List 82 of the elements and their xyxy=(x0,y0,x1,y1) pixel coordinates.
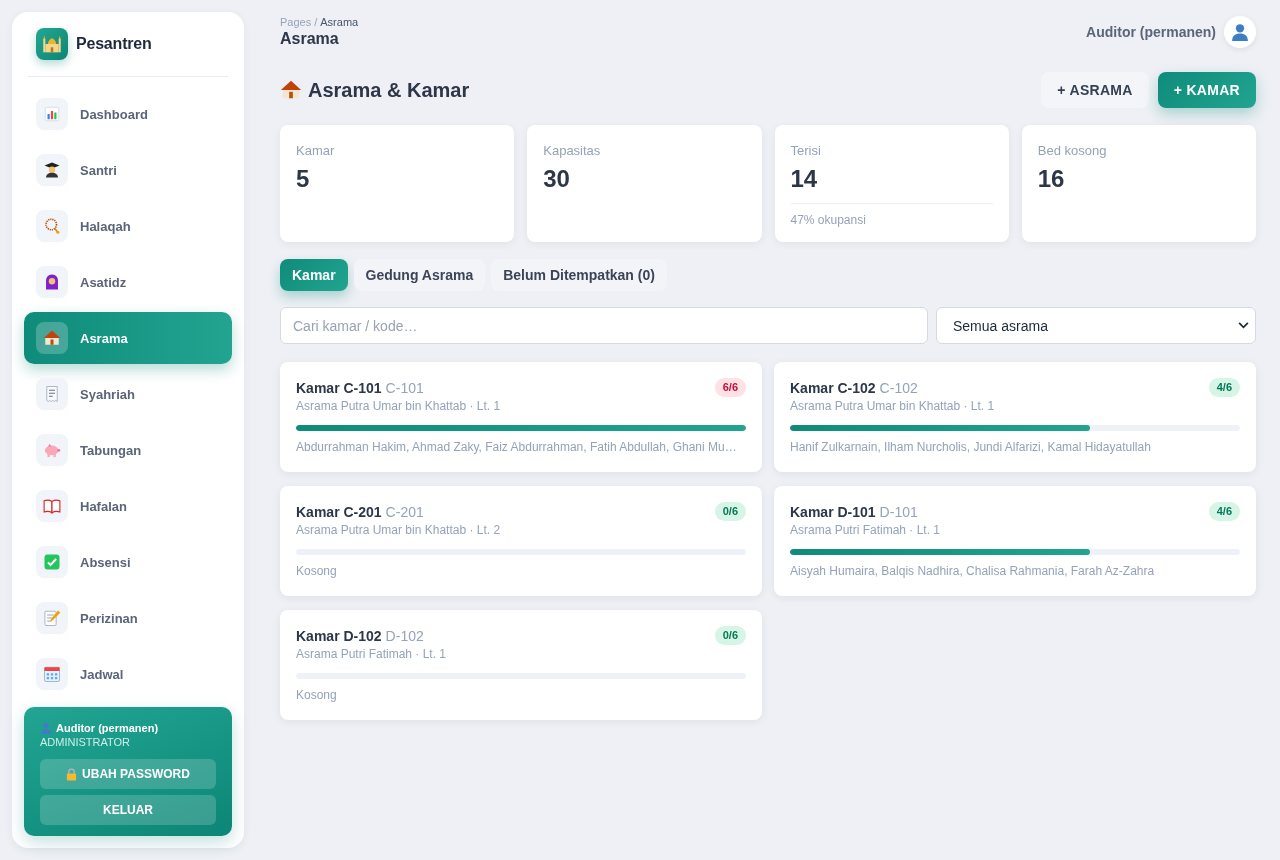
room-card[interactable]: Kamar D-101 D-101 4/6 Asrama Putri Fatimah · Lt. 1 Aisyah Humaira, Balqis Nadhira, Chalisa Rahmania, Farah Az-Zahra xyxy=(774,486,1256,596)
user-name: Auditor (permanen) xyxy=(1086,24,1216,40)
check-box-icon xyxy=(36,546,68,578)
stat-label: Kamar xyxy=(296,143,336,159)
occupancy-badge: 0/6 xyxy=(714,502,746,521)
room-card[interactable]: Kamar D-102 D-102 0/6 Asrama Putri Fatimah · Lt. 1 Kosong xyxy=(280,610,762,720)
tab[interactable]: Gedung Asrama xyxy=(353,259,486,291)
hijab-person-icon xyxy=(36,266,68,298)
stat-value: 30 xyxy=(543,165,571,193)
room-code: C-102 xyxy=(879,379,918,398)
breadcrumb-current: Asrama xyxy=(320,15,359,29)
nav-item[interactable]: Dashboard xyxy=(24,88,232,140)
nav-item[interactable]: Halaqah xyxy=(24,200,232,252)
occupant-list: Hanif Zulkarnain, Ilham Nurcholis, Jundi Alfarizi, Kamal Hidayatullah xyxy=(790,439,1240,455)
tab[interactable]: Kamar xyxy=(280,259,348,291)
occupancy-badge: 6/6 xyxy=(714,378,746,397)
room-name: Kamar C-102 xyxy=(790,379,876,398)
nav-item[interactable]: Asatidz xyxy=(24,256,232,308)
receipt-icon xyxy=(36,378,68,410)
room-location: Asrama Putri Fatimah · Lt. 1 xyxy=(790,522,942,538)
nav-item[interactable]: Hafalan xyxy=(24,480,232,532)
add-dorm-button[interactable]: + ASRAMA xyxy=(1041,72,1149,108)
room-location: Asrama Putri Fatimah · Lt. 1 xyxy=(296,646,448,662)
room-name: Kamar D-102 xyxy=(296,627,382,646)
graduate-icon xyxy=(36,154,68,186)
house-icon xyxy=(280,79,302,101)
occupant-list: Abdurrahman Hakim, Ahmad Zaky, Faiz Abdurrahman, Fatih Abdullah, Ghani Mu… xyxy=(296,439,746,455)
room-code: C-101 xyxy=(385,379,424,398)
occupant-list: Kosong xyxy=(296,563,746,579)
mosque-logo-icon xyxy=(36,28,68,60)
occupancy-badge: 4/6 xyxy=(1208,378,1240,397)
stat-value: 16 xyxy=(1037,165,1066,193)
memo-pencil-icon xyxy=(36,602,68,634)
room-name: Kamar C-101 xyxy=(296,379,382,398)
occupant-list: Kosong xyxy=(296,687,746,703)
house-icon xyxy=(36,322,68,354)
room-name: Kamar C-201 xyxy=(296,503,382,522)
stat-value: 14 xyxy=(790,165,819,193)
nav-item[interactable]: Absensi xyxy=(24,536,232,588)
open-book-icon xyxy=(36,490,68,522)
tab[interactable]: Belum Ditempatkan (0) xyxy=(491,259,667,291)
room-location: Asrama Putra Umar bin Khattab · Lt. 1 xyxy=(296,398,502,414)
stat-value: 5 xyxy=(296,165,311,193)
nav-item[interactable]: Asrama xyxy=(24,312,232,364)
room-name: Kamar D-101 xyxy=(790,503,876,522)
occupancy-badge: 4/6 xyxy=(1208,502,1240,521)
dormitory-dropdown[interactable]: Semua asrama xyxy=(936,307,1256,344)
lock-icon xyxy=(66,767,78,781)
stat-label: Bed kosong xyxy=(1037,143,1108,159)
stat-label: Kapasitas xyxy=(543,143,602,159)
nav-item[interactable]: Perizinan xyxy=(24,592,232,644)
room-card[interactable]: Kamar C-201 C-201 0/6 Asrama Putra Umar bin Khattab · Lt. 2 Kosong xyxy=(280,486,762,596)
page-heading: Asrama xyxy=(280,29,340,49)
brand-name: Pesantren xyxy=(76,35,152,53)
room-location: Asrama Putra Umar bin Khattab · Lt. 1 xyxy=(790,398,996,414)
bar-chart-icon xyxy=(36,98,68,130)
prayer-beads-icon xyxy=(36,210,68,242)
room-location: Asrama Putra Umar bin Khattab · Lt. 2 xyxy=(296,522,502,538)
user-name: Auditor (permanen) xyxy=(56,721,159,735)
room-code: D-102 xyxy=(385,627,424,646)
room-code: C-201 xyxy=(385,503,424,522)
occupant-list: Aisyah Humaira, Balqis Nadhira, Chalisa Rahmania, Farah Az-Zahra xyxy=(790,563,1240,579)
room-code: D-101 xyxy=(879,503,918,522)
user-icon xyxy=(40,722,52,734)
avatar-icon[interactable] xyxy=(1224,16,1256,48)
nav-item[interactable]: Syahriah xyxy=(24,368,232,420)
stat-label: Terisi xyxy=(790,143,822,159)
piggy-bank-icon xyxy=(36,434,68,466)
breadcrumb-separator: / xyxy=(314,15,318,29)
nav-item[interactable]: Jadwal xyxy=(24,648,232,700)
add-room-button[interactable]: + KAMAR xyxy=(1157,72,1256,108)
room-card[interactable]: Kamar C-101 C-101 6/6 Asrama Putra Umar bin Khattab · Lt. 1 Abdurrahman Hakim, Ahmad Zaky, Faiz Abdurrahman, Fatih Abdullah, Ghani Mu… xyxy=(280,362,762,472)
nav-item[interactable]: Santri xyxy=(24,144,232,196)
chevron-down-icon xyxy=(1238,322,1249,329)
search-field[interactable]: Cari kamar / kode… xyxy=(280,307,928,344)
user-role: ADMINISTRATOR xyxy=(40,735,132,749)
nav-item[interactable]: Tabungan xyxy=(24,424,232,476)
section-title: Asrama & Kamar xyxy=(308,78,470,102)
stat-note: 47% okupansi xyxy=(790,203,993,227)
calendar-icon xyxy=(36,658,68,690)
occupancy-badge: 0/6 xyxy=(714,626,746,645)
room-card[interactable]: Kamar C-102 C-102 4/6 Asrama Putra Umar bin Khattab · Lt. 1 Hanif Zulkarnain, Ilham Nurcholis, Jundi Alfarizi, Kamal Hidayatullah xyxy=(774,362,1256,472)
